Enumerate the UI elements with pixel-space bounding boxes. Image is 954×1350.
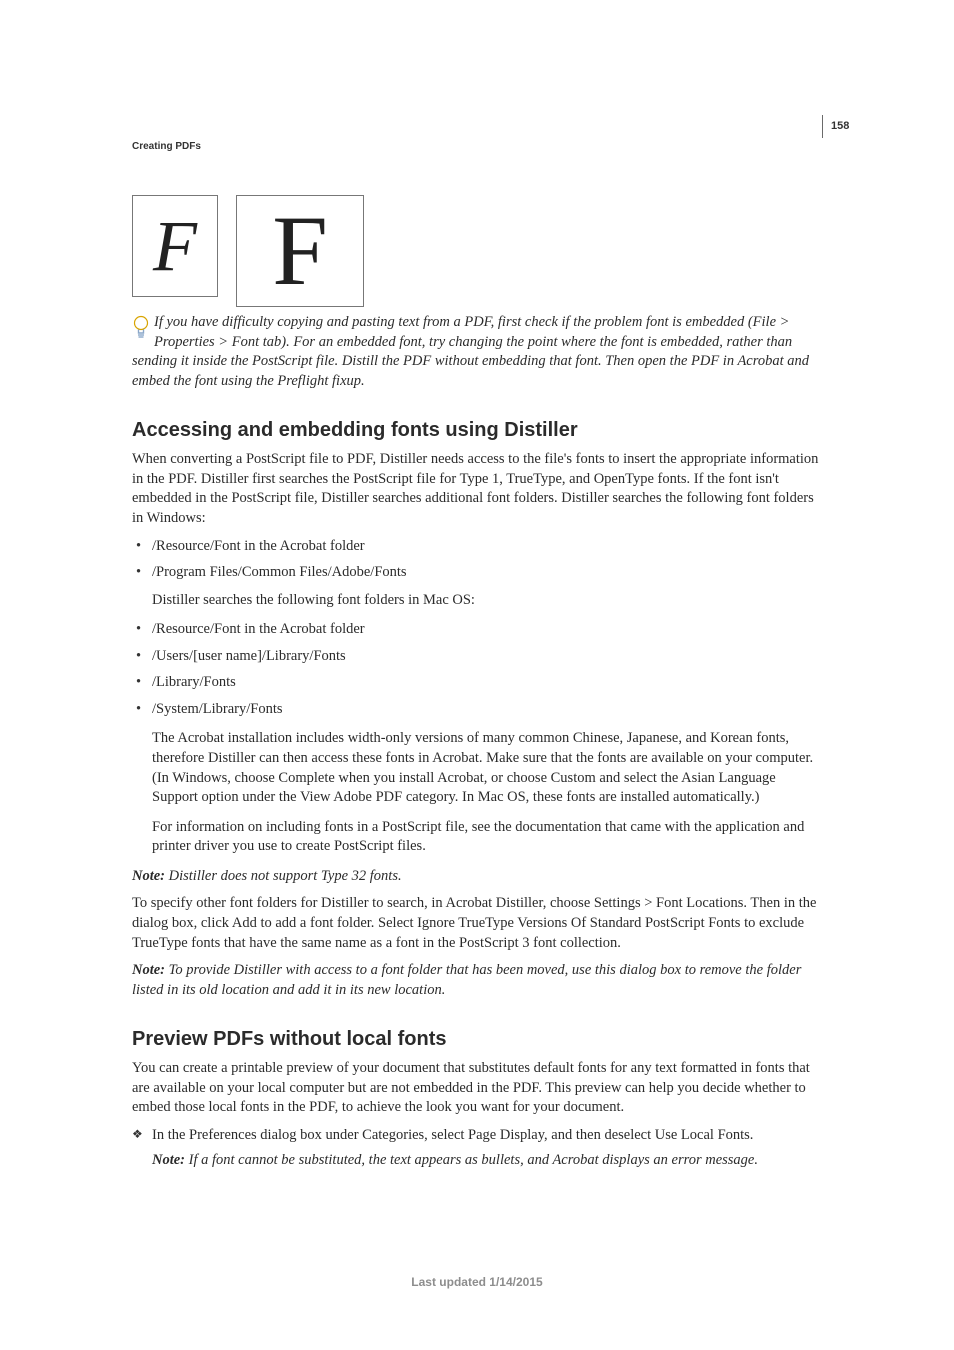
list-item-text: /Program Files/Common Files/Adobe/Fonts — [152, 564, 407, 580]
mac-font-folders-list: /Resource/Font in the Acrobat folder /Us… — [132, 620, 822, 857]
section-header: Creating PDFs — [132, 140, 201, 154]
page-content: F F If you have difficulty copying and p… — [132, 195, 822, 1177]
mac-intro: Distiller searches the following font fo… — [152, 591, 822, 611]
distiller-intro: When converting a PostScript file to PDF… — [132, 450, 822, 528]
note-type32: Note: Distiller does not support Type 32… — [132, 867, 822, 887]
note-body: Distiller does not support Type 32 fonts… — [165, 868, 402, 884]
list-item: /Users/[user name]/Library/Fonts — [132, 647, 822, 667]
heading-distiller: Accessing and embedding fonts using Dist… — [132, 417, 822, 444]
tip-paragraph: If you have difficulty copying and pasti… — [132, 313, 822, 391]
glyph-sample-serif: F — [236, 195, 364, 307]
step-text: In the Preferences dialog box under Cate… — [152, 1127, 753, 1143]
specify-folders-paragraph: To specify other font folders for Distil… — [132, 894, 822, 953]
list-item: /System/Library/Fonts The Acrobat instal… — [132, 700, 822, 857]
footer-updated: Last updated 1/14/2015 — [0, 1274, 954, 1290]
note-label: Note: — [152, 1152, 185, 1168]
list-item: /Resource/Font in the Acrobat folder — [132, 620, 822, 640]
page-number: 158 — [822, 115, 849, 138]
tip-text: If you have difficulty copying and pasti… — [132, 314, 809, 389]
note-body: To provide Distiller with access to a fo… — [132, 962, 801, 998]
note-moved-folder: Note: To provide Distiller with access t… — [132, 961, 822, 1000]
info-paragraph: For information on including fonts in a … — [152, 818, 822, 857]
windows-font-folders-list: /Resource/Font in the Acrobat folder /Pr… — [132, 537, 822, 611]
cjk-paragraph: The Acrobat installation includes width-… — [152, 729, 822, 807]
list-item: In the Preferences dialog box under Cate… — [132, 1126, 822, 1171]
note-substitute: Note: If a font cannot be substituted, t… — [152, 1151, 822, 1171]
list-item: /Program Files/Common Files/Adobe/Fonts … — [132, 563, 822, 610]
preview-intro: You can create a printable preview of yo… — [132, 1059, 822, 1118]
glyph-sample-script: F — [132, 195, 218, 297]
lightbulb-icon — [132, 315, 152, 343]
note-body: If a font cannot be substituted, the tex… — [185, 1152, 758, 1168]
heading-preview: Preview PDFs without local fonts — [132, 1026, 822, 1053]
preview-steps: In the Preferences dialog box under Cate… — [132, 1126, 822, 1171]
list-item: /Library/Fonts — [132, 673, 822, 693]
list-item-text: /System/Library/Fonts — [152, 701, 283, 717]
glyph-illustration: F F — [132, 195, 822, 307]
list-item: /Resource/Font in the Acrobat folder — [132, 537, 822, 557]
note-label: Note: — [132, 868, 165, 884]
note-label: Note: — [132, 962, 165, 978]
